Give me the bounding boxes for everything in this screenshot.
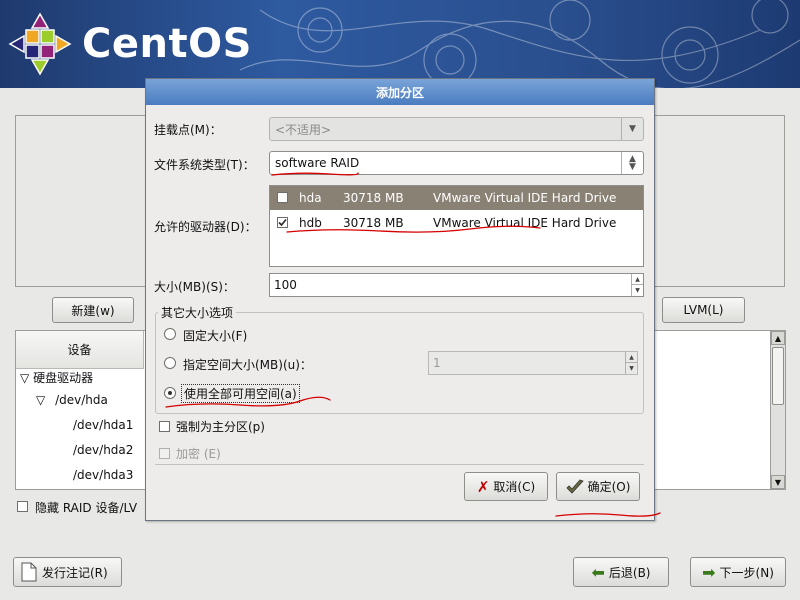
- annotation-underlines: [165, 172, 661, 517]
- underline-ok: [555, 512, 661, 517]
- underline-fill-all: [165, 396, 331, 408]
- underline-fs-type: [271, 172, 359, 176]
- underline-hdb: [286, 225, 541, 233]
